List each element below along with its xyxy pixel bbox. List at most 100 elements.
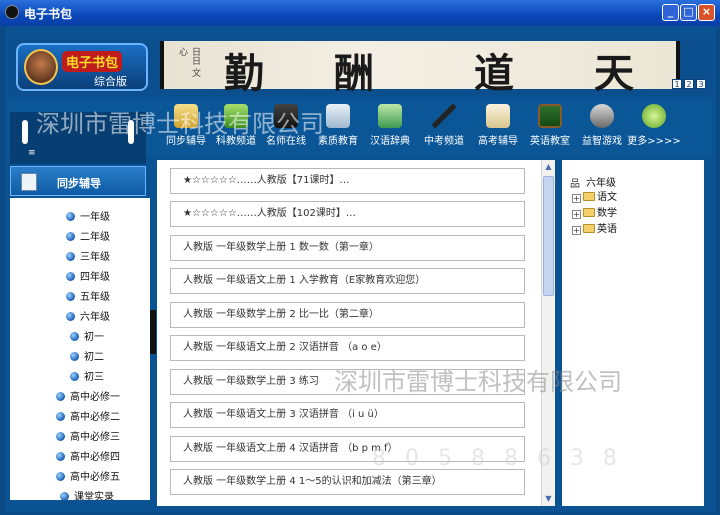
nav-label: 高考辅导	[478, 136, 518, 147]
sidebar-header[interactable]: 同步辅导	[10, 166, 146, 196]
monitor-icon	[224, 104, 248, 128]
nav-label: 同步辅导	[166, 136, 206, 147]
expand-icon[interactable]: +	[572, 226, 581, 235]
nav-label: 英语教室	[530, 136, 570, 147]
notebook-icon	[21, 173, 37, 191]
nav-dictionary[interactable]: 汉语辞典	[370, 104, 410, 154]
banner-page-2[interactable]: 2	[684, 79, 694, 89]
sidebar-item-high1[interactable]: 高中必修一	[56, 388, 120, 403]
logo-text: 电子书包	[62, 51, 123, 72]
list-item[interactable]: 人教版 一年级数学上册 3 练习	[170, 369, 525, 395]
expand-icon[interactable]: +	[572, 210, 581, 219]
list-item[interactable]: 人教版 一年级语文上册 1 入学教育（E家教育欢迎您）	[170, 268, 525, 294]
tree-node-chinese[interactable]: + 语文	[572, 188, 617, 203]
sidebar-item-grade1[interactable]: 一年级	[66, 208, 110, 223]
sidebar-item-grade4[interactable]: 四年级	[66, 268, 110, 283]
arrow-right-icon	[642, 104, 666, 128]
folder-icon	[583, 224, 595, 233]
nav-sync[interactable]: 同步辅导	[166, 104, 206, 154]
list-item[interactable]: ★☆☆☆☆☆……人教版【102课时】…	[170, 201, 525, 227]
sidebar-item-junior2[interactable]: 初二	[70, 348, 104, 363]
sidebar-item-grade3[interactable]: 三年级	[66, 248, 110, 263]
slider-knob[interactable]	[22, 120, 28, 144]
sidebar-item-high3[interactable]: 高中必修三	[56, 428, 120, 443]
sidebar-item-high5[interactable]: 高中必修五	[56, 468, 120, 483]
bullet-icon	[70, 332, 79, 341]
tree-node-english[interactable]: + 英语	[572, 220, 617, 235]
scroll-thumb[interactable]	[543, 176, 554, 296]
game-icon	[590, 104, 614, 128]
sidebar-item-label: 一年级	[80, 212, 110, 223]
nav-gaokao[interactable]: 高考辅导	[478, 104, 518, 154]
sidebar-item-label: 五年级	[80, 292, 110, 303]
slider-knob[interactable]	[128, 120, 134, 144]
list-item[interactable]: 人教版 一年级语文上册 4 汉语拼音 （b p m f）	[170, 436, 525, 462]
logo: 电子书包 综合版	[16, 43, 148, 91]
window-title: 电子书包	[24, 7, 73, 21]
bullet-icon	[66, 272, 75, 281]
nav-label: 名师在线	[266, 136, 306, 147]
bullet-icon	[66, 232, 75, 241]
sidebar-item-grade6[interactable]: 六年级	[66, 308, 110, 323]
banner-page-3[interactable]: 3	[696, 79, 706, 89]
sidebar-item-label: 四年级	[80, 272, 110, 283]
tree-root[interactable]: 品六年级	[570, 174, 616, 190]
list-item[interactable]: 人教版 一年级数学上册 2 比一比（第二章）	[170, 302, 525, 328]
sidebar-item-label: 高中必修三	[70, 432, 120, 443]
panel-splitter[interactable]	[150, 310, 156, 354]
nav-games[interactable]: 益智游戏	[582, 104, 622, 154]
list-item[interactable]: 人教版 一年级数学上册 1 数一数（第一章）	[170, 235, 525, 261]
nav-label: 科教频道	[216, 136, 256, 147]
minimize-button[interactable]: _	[662, 4, 679, 21]
sidebar-item-label: 课堂实录	[74, 492, 114, 500]
close-button[interactable]: ×	[698, 4, 715, 21]
dictionary-icon	[378, 104, 402, 128]
bullet-icon	[56, 412, 65, 421]
sidebar-item-high4[interactable]: 高中必修四	[56, 448, 120, 463]
banner-page-1[interactable]: 1	[672, 79, 682, 89]
sidebar-item-junior3[interactable]: 初三	[70, 368, 104, 383]
sidebar-item-high2[interactable]: 高中必修二	[56, 408, 120, 423]
list-item[interactable]: 人教版 一年级语文上册 2 汉语拼音 （a o e）	[170, 335, 525, 361]
avatar	[24, 49, 58, 85]
nav-label: 素质教育	[318, 136, 358, 147]
sidebar-item-label: 初二	[84, 352, 104, 363]
nav-zhongkao[interactable]: 中考频道	[424, 104, 464, 154]
collapse-icon[interactable]: ≡	[28, 148, 40, 158]
teacher-icon	[274, 104, 298, 128]
calligraphy-char: 酬	[334, 50, 374, 97]
logo-subtitle: 综合版	[94, 75, 127, 88]
nav-english[interactable]: 英语教室	[530, 104, 570, 154]
nav-science[interactable]: 科教频道	[216, 104, 256, 154]
bullet-icon	[56, 452, 65, 461]
nav-quality[interactable]: 素质教育	[318, 104, 358, 154]
scroll-down-icon[interactable]: ▼	[542, 492, 555, 506]
sidebar-item-label: 高中必修一	[70, 392, 120, 403]
sidebar-item-classroom[interactable]: 课堂实录	[60, 488, 114, 500]
nav-label: 益智游戏	[582, 136, 622, 147]
tree-node-label: 英语	[597, 224, 617, 235]
bullet-icon	[66, 252, 75, 261]
calligraphy-banner: 日日 文心 勤 酬 道 天	[160, 41, 680, 97]
tree-node-math[interactable]: + 数学	[572, 204, 617, 219]
nav-more[interactable]: 更多>>>>	[627, 104, 681, 154]
scroll-up-icon[interactable]: ▲	[542, 160, 555, 174]
tree-node-label: 数学	[597, 208, 617, 219]
folder-icon	[583, 192, 595, 201]
paper-icon	[486, 104, 510, 128]
nav-teacher[interactable]: 名师在线	[266, 104, 306, 154]
sidebar-item-grade5[interactable]: 五年级	[66, 288, 110, 303]
expand-icon[interactable]: +	[572, 194, 581, 203]
nav-label: 中考频道	[424, 136, 464, 147]
list-item[interactable]: ★☆☆☆☆☆……人教版【71课时】…	[170, 168, 525, 194]
sidebar-item-junior1[interactable]: 初一	[70, 328, 104, 343]
tree-icon: 品	[570, 179, 580, 190]
list-item[interactable]: 人教版 一年级语文上册 3 汉语拼音 （i u ü）	[170, 402, 525, 428]
title-bar: 电子书包 _ □ ×	[0, 0, 720, 26]
list-scrollbar[interactable]: ▲ ▼	[541, 160, 555, 506]
maximize-button[interactable]: □	[680, 4, 697, 21]
list-item[interactable]: 人教版 一年级数学上册 4 1～5的认识和加减法（第三章）	[170, 469, 525, 495]
sidebar-item-grade2[interactable]: 二年级	[66, 228, 110, 243]
sidebar-header-label: 同步辅导	[57, 177, 101, 190]
bullet-icon	[70, 352, 79, 361]
